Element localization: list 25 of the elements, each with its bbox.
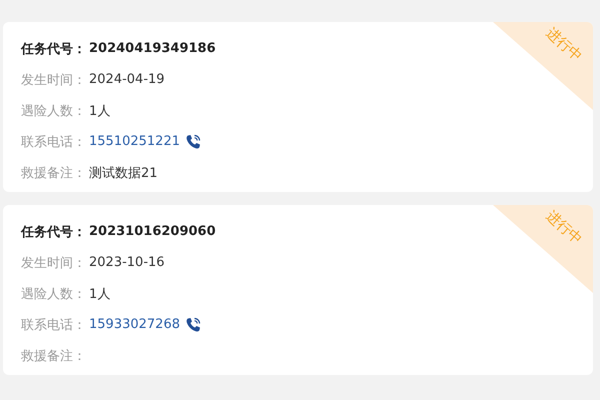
field-label: 遇险人数： [21, 102, 86, 120]
field-label: 任务代号： [21, 40, 86, 58]
task-card[interactable]: 进行中 任务代号： 20231016209060 发生时间： 2023-10-16 遇险人数： 1人 联系电话： 15933027268 救援备注： [3, 205, 593, 375]
field-label: 救援备注： [21, 164, 86, 182]
field-label: 发生时间： [21, 254, 86, 272]
field-label: 联系电话： [21, 316, 86, 334]
field-label: 救援备注： [21, 348, 86, 364]
field-label: 联系电话： [21, 134, 86, 150]
field-value: 测试数据21 [89, 164, 158, 182]
field-label: 遇险人数： [21, 286, 86, 302]
phone-call-icon[interactable] [184, 134, 201, 150]
status-label: 进行中 [542, 207, 586, 249]
field-value: 2023-10-16 [89, 255, 165, 270]
field-label: 任务代号： [21, 224, 86, 240]
phone-link[interactable]: 15510251221 [89, 134, 180, 149]
field-value: 20231016209060 [89, 224, 216, 239]
field-value: 2024-04-19 [89, 72, 165, 87]
field-label: 发生时间： [21, 72, 86, 88]
field-value: 20240419349186 [89, 41, 216, 56]
field-value: 1人 [89, 286, 110, 302]
phone-link[interactable]: 15933027268 [89, 317, 180, 332]
field-value: 1人 [89, 102, 110, 120]
status-label: 进行中 [542, 24, 586, 66]
task-card[interactable]: 进行中 任务代号： 20240419349186 发生时间： 2024-04-19 遇险人数： 1人 联系电话： 15510251221 救援备注： 测试数据21 [3, 22, 593, 192]
phone-call-icon[interactable] [184, 316, 201, 332]
